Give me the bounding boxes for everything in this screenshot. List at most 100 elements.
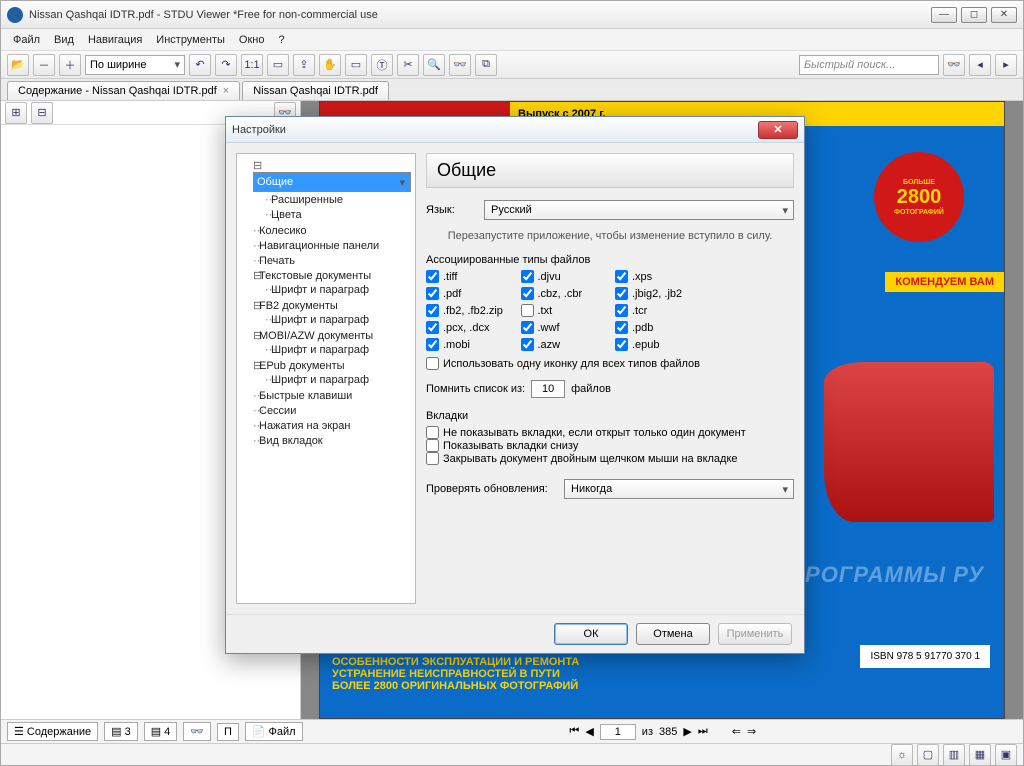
close-icon[interactable]: × bbox=[223, 85, 229, 97]
rotate-right-icon[interactable]: ↷ bbox=[215, 54, 237, 76]
tree-hotkeys[interactable]: Быстрые клавиши bbox=[253, 388, 411, 403]
next-result-icon[interactable]: ▸ bbox=[995, 54, 1017, 76]
last-page-icon[interactable]: ⏭ bbox=[698, 725, 708, 738]
tree-wheel[interactable]: Колесико bbox=[253, 223, 411, 238]
prev-page-icon[interactable]: ◀ bbox=[585, 725, 593, 738]
ft-djvu[interactable]: .djvu bbox=[521, 270, 606, 283]
ft-pdb[interactable]: .pdb bbox=[615, 321, 700, 334]
ft-tcr[interactable]: .tcr bbox=[615, 304, 700, 317]
toolbar: 📂 － ＋ По ширине ↶ ↷ 1:1 ▭ ⇪ ✋ ▭ Ⓣ ✂ 🔍 👓 … bbox=[1, 51, 1023, 79]
dblclick-close-check[interactable]: Закрывать документ двойным щелчком мыши … bbox=[426, 452, 794, 465]
tab-document[interactable]: Nissan Qashqai IDTR.pdf bbox=[242, 81, 389, 100]
tree-font3[interactable]: Шрифт и параграф bbox=[265, 342, 411, 357]
tree-font4[interactable]: Шрифт и параграф bbox=[265, 372, 411, 387]
ft-azw[interactable]: .azw bbox=[521, 338, 606, 351]
tree-font1[interactable]: Шрифт и параграф bbox=[265, 282, 411, 297]
forward-icon[interactable]: ⇒ bbox=[747, 725, 756, 738]
text-select-icon[interactable]: Ⓣ bbox=[371, 54, 393, 76]
fit-icon[interactable]: ▭ bbox=[267, 54, 289, 76]
ft-wwf[interactable]: .wwf bbox=[521, 321, 606, 334]
tree-tabsview[interactable]: Вид вкладок bbox=[253, 433, 411, 448]
export-icon[interactable]: ⇪ bbox=[293, 54, 315, 76]
updates-select[interactable]: Никогда bbox=[564, 479, 794, 499]
tree-font2[interactable]: Шрифт и параграф bbox=[265, 312, 411, 327]
tree-textdocs[interactable]: Текстовые документы Шрифт и параграф bbox=[253, 268, 411, 298]
bottom-tab-find[interactable]: 👓 bbox=[183, 722, 211, 741]
single-icon-check[interactable]: Использовать одну иконку для всех типов … bbox=[426, 357, 794, 370]
dialog-close-button[interactable]: ✕ bbox=[758, 121, 798, 139]
bottom-tab-4[interactable]: ▤ 4 bbox=[144, 722, 178, 741]
tabs-bottom-check[interactable]: Показывать вкладки снизу bbox=[426, 439, 794, 452]
ft-pcx[interactable]: .pcx, .dcx bbox=[426, 321, 511, 334]
quick-search-input[interactable]: Быстрый поиск... bbox=[799, 55, 939, 75]
settings-tree[interactable]: Общие Расширенные Цвета Колесико Навигац… bbox=[236, 153, 416, 604]
menu-tools[interactable]: Инструменты bbox=[150, 32, 231, 48]
isbn-box: ISBN 978 5 91770 370 1 bbox=[860, 645, 990, 668]
minimize-button[interactable]: — bbox=[931, 7, 957, 23]
ft-txt[interactable]: .txt bbox=[521, 304, 606, 317]
ratio-button[interactable]: 1:1 bbox=[241, 54, 263, 76]
tree-advanced[interactable]: Расширенные bbox=[265, 192, 411, 207]
first-page-icon[interactable]: ⏮ bbox=[569, 725, 579, 738]
tab-contents[interactable]: Содержание - Nissan Qashqai IDTR.pdf × bbox=[7, 81, 240, 100]
layout-single-icon[interactable]: ▢ bbox=[917, 744, 939, 766]
ft-mobi[interactable]: .mobi bbox=[426, 338, 511, 351]
hide-single-check[interactable]: Не показывать вкладки, если открыт тольк… bbox=[426, 426, 794, 439]
zoom-select[interactable]: По ширине bbox=[85, 55, 185, 75]
layout-grid-icon[interactable]: ▣ bbox=[995, 744, 1017, 766]
open-icon[interactable]: 📂 bbox=[7, 54, 29, 76]
cancel-button[interactable]: Отмена bbox=[636, 623, 710, 645]
back-icon[interactable]: ⇐ bbox=[732, 725, 741, 738]
binoculars-icon[interactable]: 👓 bbox=[449, 54, 471, 76]
bottom-tab-contents[interactable]: ☰Содержание bbox=[7, 722, 98, 741]
hand-icon[interactable]: ✋ bbox=[319, 54, 341, 76]
ft-xps[interactable]: .xps bbox=[615, 270, 700, 283]
tree-taps[interactable]: Нажатия на экран bbox=[253, 418, 411, 433]
tree-general[interactable]: Общие bbox=[253, 172, 411, 192]
zoom-in-icon[interactable]: ＋ bbox=[59, 54, 81, 76]
brightness-icon[interactable]: ☼ bbox=[891, 744, 913, 766]
menu-window[interactable]: Окно bbox=[233, 32, 271, 48]
collapse-all-icon[interactable]: ⊟ bbox=[31, 102, 53, 124]
menu-nav[interactable]: Навигация bbox=[82, 32, 148, 48]
menu-view[interactable]: Вид bbox=[48, 32, 80, 48]
search-go-icon[interactable]: 👓 bbox=[943, 54, 965, 76]
lang-select[interactable]: Русский bbox=[484, 200, 794, 220]
bottom-tab-files[interactable]: 📄 Файл bbox=[245, 722, 303, 741]
maximize-button[interactable]: ◻ bbox=[961, 7, 987, 23]
ft-jbig2[interactable]: .jbig2, .jb2 bbox=[615, 287, 700, 300]
ft-cbz[interactable]: .cbz, .cbr bbox=[521, 287, 606, 300]
tree-print[interactable]: Печать bbox=[253, 253, 411, 268]
bottom-tab-3[interactable]: ▤ 3 bbox=[104, 722, 138, 741]
layout-facing-icon[interactable]: ▦ bbox=[969, 744, 991, 766]
bottom-tab-p[interactable]: П bbox=[217, 723, 239, 741]
ft-epub[interactable]: .epub bbox=[615, 338, 700, 351]
tree-epub[interactable]: EPub документы Шрифт и параграф bbox=[253, 358, 411, 388]
copy-icon[interactable]: ⧉ bbox=[475, 54, 497, 76]
snapshot-icon[interactable]: ✂ bbox=[397, 54, 419, 76]
zoom-out-icon[interactable]: － bbox=[33, 54, 55, 76]
menu-file[interactable]: Файл bbox=[7, 32, 46, 48]
tree-mobi[interactable]: MOBI/AZW документы Шрифт и параграф bbox=[253, 328, 411, 358]
ft-fb2[interactable]: .fb2, .fb2.zip bbox=[426, 304, 511, 317]
tree-colors[interactable]: Цвета bbox=[265, 207, 411, 222]
ft-pdf[interactable]: .pdf bbox=[426, 287, 511, 300]
page-input[interactable] bbox=[600, 724, 636, 740]
tree-navpanels[interactable]: Навигационные панели bbox=[253, 238, 411, 253]
select-icon[interactable]: ▭ bbox=[345, 54, 367, 76]
remember-input[interactable] bbox=[531, 380, 565, 398]
tree-sessions[interactable]: Сессии bbox=[253, 403, 411, 418]
rotate-left-icon[interactable]: ↶ bbox=[189, 54, 211, 76]
apply-button[interactable]: Применить bbox=[718, 623, 792, 645]
settings-pane: Общие Язык: Русский Перезапустите прилож… bbox=[426, 153, 794, 604]
prev-result-icon[interactable]: ◂ bbox=[969, 54, 991, 76]
menu-help[interactable]: ? bbox=[272, 32, 290, 48]
next-page-icon[interactable]: ▶ bbox=[683, 725, 691, 738]
ok-button[interactable]: ОК bbox=[554, 623, 628, 645]
ft-tiff[interactable]: .tiff bbox=[426, 270, 511, 283]
expand-all-icon[interactable]: ⊞ bbox=[5, 102, 27, 124]
find-icon[interactable]: 🔍 bbox=[423, 54, 445, 76]
close-button[interactable]: ✕ bbox=[991, 7, 1017, 23]
tree-fb2[interactable]: FB2 документы Шрифт и параграф bbox=[253, 298, 411, 328]
layout-cont-icon[interactable]: ▥ bbox=[943, 744, 965, 766]
